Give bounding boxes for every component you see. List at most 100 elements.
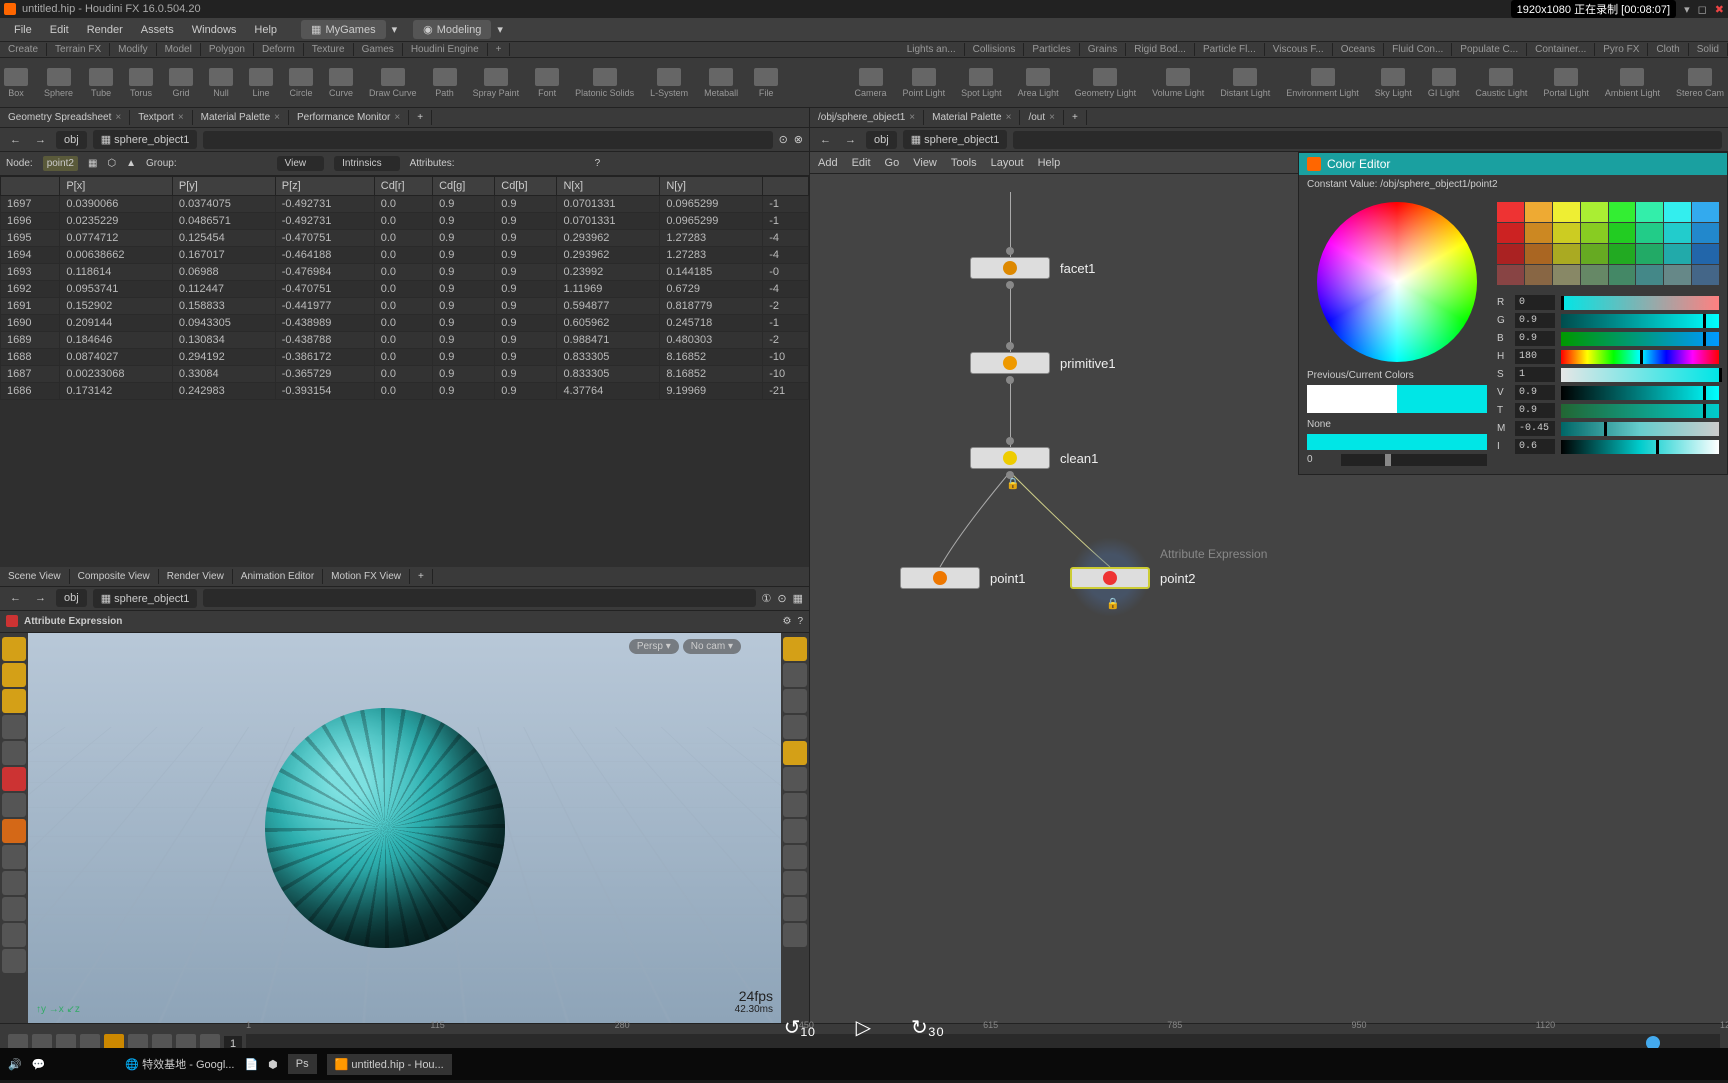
tool-button[interactable] <box>2 715 26 739</box>
taskbar-item[interactable]: 🌐 特效基地 - Googl... <box>125 1056 234 1072</box>
geometry-spreadsheet[interactable]: P[x]P[y]P[z]Cd[r]Cd[g]Cd[b]N[x]N[y]16970… <box>0 176 809 567</box>
shelf-tab[interactable]: Fluid Con... <box>1384 43 1452 56</box>
tab-add[interactable]: + <box>410 569 433 584</box>
shelf-tab[interactable]: Viscous F... <box>1265 43 1333 56</box>
nav-back-icon[interactable]: ← <box>816 132 835 148</box>
shelf-tool-grid[interactable]: Grid <box>169 68 193 98</box>
channel-slider[interactable] <box>1561 368 1719 382</box>
shelf-tool-sphere[interactable]: Sphere <box>44 68 73 98</box>
channel-value[interactable]: 0.9 <box>1515 385 1555 400</box>
display-tool[interactable] <box>783 845 807 869</box>
color-swatch[interactable] <box>1553 202 1580 222</box>
shelf-tool-stereo-cam[interactable]: Stereo Cam <box>1676 68 1724 98</box>
nav-back-icon[interactable]: ← <box>6 132 25 148</box>
tab-animation-editor[interactable]: Animation Editor <box>233 569 323 584</box>
channel-value[interactable]: -0.45 <box>1515 421 1555 436</box>
tab-add[interactable]: + <box>1064 110 1087 125</box>
shelf-tool-portal-light[interactable]: Portal Light <box>1543 68 1589 98</box>
select-tool[interactable] <box>2 637 26 661</box>
taskbar-item[interactable]: 🟧 untitled.hip - Hou... <box>327 1054 452 1075</box>
display-tool[interactable] <box>783 637 807 661</box>
secondary-swatch[interactable] <box>1307 434 1487 450</box>
link-icon[interactable]: ⊗ <box>794 133 803 146</box>
shelf-tool-ambient-light[interactable]: Ambient Light <box>1605 68 1660 98</box>
color-swatch[interactable] <box>1497 202 1524 222</box>
nav-fwd-icon[interactable]: → <box>31 132 50 148</box>
menu-file[interactable]: File <box>6 21 40 39</box>
shelf-tool-area-light[interactable]: Area Light <box>1018 68 1059 98</box>
tool-button[interactable] <box>2 845 26 869</box>
move-tool[interactable] <box>2 663 26 687</box>
snap-tool[interactable] <box>2 897 26 921</box>
color-swatch[interactable] <box>1581 223 1608 243</box>
shelf-tab[interactable]: Grains <box>1080 43 1126 56</box>
component-icon[interactable]: ▦ <box>88 158 97 169</box>
shelf-tool-gi-light[interactable]: GI Light <box>1428 68 1460 98</box>
tool-button[interactable] <box>2 741 26 765</box>
taskbar-item[interactable]: Ps <box>288 1054 317 1074</box>
shelf-tab[interactable]: Games <box>354 43 403 56</box>
color-swatch[interactable] <box>1497 244 1524 264</box>
display-tool[interactable] <box>783 715 807 739</box>
node-point2[interactable]: point2 🔒 <box>1070 567 1195 589</box>
help-icon[interactable]: ? <box>797 616 803 627</box>
slider-value[interactable]: 0 <box>1307 454 1337 466</box>
taskbar-item[interactable]: ⬢ <box>268 1058 278 1071</box>
display-tool[interactable] <box>783 741 807 765</box>
shelf-tool-circle[interactable]: Circle <box>289 68 313 98</box>
lock-icon[interactable] <box>783 689 807 713</box>
shelf-tool-box[interactable]: Box <box>4 68 28 98</box>
color-swatch[interactable] <box>1692 223 1719 243</box>
channel-value[interactable]: 1 <box>1515 367 1555 382</box>
channel-slider[interactable] <box>1561 314 1719 328</box>
color-swatch[interactable] <box>1553 223 1580 243</box>
shelf-tab[interactable]: Oceans <box>1333 43 1384 56</box>
viewport[interactable]: Persp ▾ No cam ▾ 24fps42.30ms ↑y →x ↙z <box>28 633 781 1024</box>
tool-button[interactable] <box>2 767 26 791</box>
display-tool[interactable] <box>783 793 807 817</box>
radial-modeling[interactable]: ◉ Modeling <box>413 20 491 39</box>
color-swatch[interactable] <box>1609 202 1636 222</box>
tab-render-view[interactable]: Render View <box>159 569 233 584</box>
shelf-tool-null[interactable]: Null <box>209 68 233 98</box>
shelf-tool-camera[interactable]: Camera <box>855 68 887 98</box>
color-swatch[interactable] <box>1692 244 1719 264</box>
close-icon[interactable]: × <box>115 112 121 123</box>
color-swatch[interactable] <box>1609 223 1636 243</box>
color-swatch[interactable] <box>1553 265 1580 285</box>
display-tool[interactable] <box>783 923 807 947</box>
shelf-tool-line[interactable]: Line <box>249 68 273 98</box>
shelf-tab[interactable]: Texture <box>304 43 354 56</box>
node-facet1[interactable]: facet1 <box>970 257 1095 279</box>
channel-value[interactable]: 0.9 <box>1515 313 1555 328</box>
color-swatch[interactable] <box>1636 244 1663 264</box>
menu-windows[interactable]: Windows <box>184 21 245 39</box>
color-swatch[interactable] <box>1609 244 1636 264</box>
channel-value[interactable]: 180 <box>1515 349 1555 364</box>
net-menu-help[interactable]: Help <box>1038 157 1061 169</box>
nav-fwd-icon[interactable]: → <box>31 590 50 606</box>
shelf-tool-geometry-light[interactable]: Geometry Light <box>1075 68 1137 98</box>
channel-slider[interactable] <box>1561 296 1719 310</box>
shelf-tool-font[interactable]: Font <box>535 68 559 98</box>
tab-composite-view[interactable]: Composite View <box>70 569 159 584</box>
color-swatch[interactable] <box>1692 202 1719 222</box>
shelf-tool-distant-light[interactable]: Distant Light <box>1220 68 1270 98</box>
channel-slider[interactable] <box>1561 350 1719 364</box>
desktop-mygames[interactable]: ▦ MyGames <box>301 20 386 39</box>
tab-motionfx-view[interactable]: Motion FX View <box>323 569 410 584</box>
shelf-tool-metaball[interactable]: Metaball <box>704 68 738 98</box>
chat-icon[interactable]: 💬 <box>32 1058 46 1071</box>
color-swatch[interactable] <box>1664 244 1691 264</box>
shelf-tab[interactable]: Pyro FX <box>1595 43 1648 56</box>
breadcrumb-node[interactable]: ▦ sphere_object1 <box>93 589 198 608</box>
display-tool[interactable] <box>783 897 807 921</box>
desktop-dropdown-icon[interactable]: ▾ <box>392 23 398 36</box>
display-tool[interactable] <box>783 663 807 687</box>
color-wheel[interactable] <box>1317 202 1477 362</box>
volume-icon[interactable]: 🔊 <box>8 1058 22 1071</box>
menu-assets[interactable]: Assets <box>133 21 182 39</box>
shelf-tool-file[interactable]: File <box>754 68 778 98</box>
shelf-tab-add[interactable]: + <box>488 43 511 56</box>
options-icon[interactable]: ⚙ <box>782 616 791 627</box>
